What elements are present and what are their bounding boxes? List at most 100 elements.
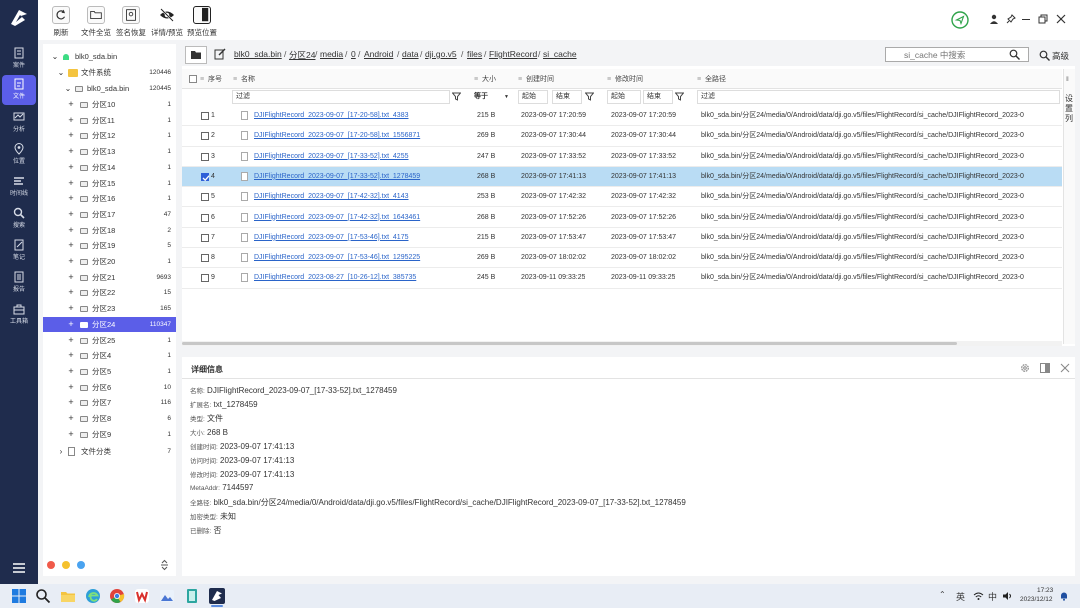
filter-icon[interactable]	[452, 92, 461, 101]
search-icon[interactable]	[1009, 49, 1020, 60]
input-method[interactable]: 中	[988, 590, 997, 603]
edit-path-icon[interactable]	[214, 48, 226, 60]
table-row[interactable]: 1 DJIFlightRecord_2023-09-07_[17-20-58].…	[182, 106, 1062, 127]
expand-plus-icon[interactable]: +	[67, 348, 75, 364]
tree-item-partition[interactable]: + 分区25 1	[43, 333, 176, 349]
yellow-dot-icon[interactable]	[62, 561, 70, 569]
row-checkbox[interactable]	[201, 213, 209, 222]
tree-item-partition[interactable]: + 分区22 15	[43, 285, 176, 301]
expand-plus-icon[interactable]: +	[67, 97, 75, 113]
expand-plus-icon[interactable]: +	[67, 160, 75, 176]
row-checkbox[interactable]	[201, 274, 209, 283]
settings-column-label[interactable]: 设置列	[1065, 94, 1074, 124]
chevron-right-icon[interactable]: ›	[57, 444, 65, 460]
header-created[interactable]: 创建时间	[526, 71, 554, 88]
chevron-down-icon[interactable]: ⌄	[57, 65, 65, 81]
tree-item-partition[interactable]: + 分区9 1	[43, 427, 176, 443]
tree-item-partition[interactable]: + 分区16 1	[43, 191, 176, 207]
breadcrumb-item[interactable]: si_cache	[543, 49, 577, 59]
tree-item-partition[interactable]: + 分区12 1	[43, 128, 176, 144]
expand-plus-icon[interactable]: +	[67, 191, 75, 207]
tree-item-partition[interactable]: + 分区11 1	[43, 113, 176, 129]
expand-plus-icon[interactable]: +	[67, 427, 75, 443]
expand-plus-icon[interactable]: +	[67, 270, 75, 286]
tree-item-partition[interactable]: + 分区23 165	[43, 301, 176, 317]
rail-item-file[interactable]: 文件	[2, 75, 36, 105]
expand-plus-icon[interactable]: +	[67, 207, 75, 223]
tree-item-disk[interactable]: ⌄ blk0_sda.bin 120445	[43, 81, 176, 97]
created-start-input[interactable]: 起始	[518, 90, 548, 104]
expand-plus-icon[interactable]: +	[67, 285, 75, 301]
breadcrumb-item[interactable]: files	[467, 49, 482, 59]
breadcrumb-item[interactable]: FlightRecord	[489, 49, 537, 59]
expand-plus-icon[interactable]: +	[67, 144, 75, 160]
breadcrumb-item[interactable]: dji.go.v5	[425, 49, 457, 59]
rail-item-search[interactable]: 搜索	[2, 204, 36, 234]
expand-plus-icon[interactable]: +	[67, 411, 75, 427]
close-panel-icon[interactable]	[1060, 363, 1070, 373]
notification-bell-icon[interactable]	[1059, 591, 1069, 601]
tree-item-partition[interactable]: + 分区13 1	[43, 144, 176, 160]
rail-item-report[interactable]: 报告	[2, 268, 36, 298]
breadcrumb-item[interactable]: Android	[364, 49, 393, 59]
clock-time[interactable]: 17:23	[1037, 587, 1053, 594]
tree-item-partition[interactable]: + 分区4 1	[43, 348, 176, 364]
row-checkbox[interactable]	[201, 193, 209, 202]
table-row[interactable]: 5 DJIFlightRecord_2023-09-07_[17-42-32].…	[182, 187, 1062, 208]
table-row[interactable]: 4 DJIFlightRecord_2023-09-07_[17-33-52].…	[182, 166, 1062, 188]
header-modified[interactable]: 修改时间	[615, 71, 643, 88]
file-explorer-icon[interactable]	[60, 588, 76, 604]
restore-icon[interactable]	[1038, 14, 1048, 24]
detail-preview-button[interactable]: 详情/预览	[149, 6, 185, 38]
notepad-app-icon[interactable]	[184, 588, 200, 604]
rail-item-timeline[interactable]: 时间线	[2, 172, 36, 202]
tree-item-partition[interactable]: + 分区8 6	[43, 411, 176, 427]
folder-open-icon[interactable]	[185, 46, 207, 64]
chevron-down-icon[interactable]: ⌄	[51, 49, 59, 65]
tree-item-partition[interactable]: + 分区14 1	[43, 160, 176, 176]
cell-name-link[interactable]: DJIFlightRecord_2023-09-07_[17-20-58].tx…	[254, 126, 459, 146]
expand-plus-icon[interactable]: +	[67, 364, 75, 380]
hamburger-menu-icon[interactable]	[12, 562, 26, 574]
row-checkbox[interactable]	[201, 233, 209, 242]
expand-plus-icon[interactable]: +	[67, 113, 75, 129]
path-filter-input[interactable]: 过滤	[697, 90, 1060, 104]
header-seq[interactable]: 序号	[208, 71, 222, 88]
windows-start-icon[interactable]	[11, 588, 27, 604]
search-input[interactable]	[885, 47, 1029, 62]
tree-item-partition[interactable]: + 分区6 10	[43, 380, 176, 396]
search-icon[interactable]	[35, 588, 51, 604]
breadcrumb-item[interactable]: 0	[351, 49, 356, 59]
table-row[interactable]: 6 DJIFlightRecord_2023-09-07_[17-42-32].…	[182, 208, 1062, 228]
tree-item-partition[interactable]: + 分区24 110347	[43, 316, 176, 333]
scrollbar-thumb[interactable]	[182, 342, 957, 345]
expand-plus-icon[interactable]: +	[67, 254, 75, 270]
wps-office-icon[interactable]	[134, 588, 150, 604]
rail-item-notes[interactable]: 笔记	[2, 236, 36, 266]
table-row[interactable]: 3 DJIFlightRecord_2023-09-07_[17-33-52].…	[182, 147, 1062, 167]
file-overview-button[interactable]: 文件全览	[78, 6, 114, 38]
table-row[interactable]: 7 DJIFlightRecord_2023-09-07_[17-53-46].…	[182, 228, 1062, 249]
rail-item-location[interactable]: 位置	[2, 140, 36, 170]
advanced-search-icon[interactable]	[1039, 50, 1050, 61]
preview-position-button[interactable]: 预览位置	[186, 6, 218, 38]
pin-icon[interactable]	[1006, 14, 1016, 24]
status-indicator-icon[interactable]	[951, 11, 969, 29]
close-icon[interactable]	[1056, 14, 1066, 24]
cell-name-link[interactable]: DJIFlightRecord_2023-09-07_[17-33-52].tx…	[254, 147, 459, 167]
forensic-app-icon[interactable]	[209, 588, 225, 604]
row-checkbox[interactable]	[201, 132, 209, 141]
expand-plus-icon[interactable]: +	[67, 238, 75, 254]
cell-name-link[interactable]: DJIFlightRecord_2023-09-07_[17-20-58].tx…	[254, 106, 459, 126]
row-checkbox[interactable]	[201, 172, 210, 182]
expand-plus-icon[interactable]: +	[67, 176, 75, 192]
edge-browser-icon[interactable]	[85, 588, 101, 604]
size-operator-select[interactable]: 等于 ▼	[474, 90, 514, 104]
row-checkbox[interactable]	[201, 254, 209, 263]
rail-item-analysis[interactable]: 分析	[2, 108, 36, 138]
tree-item-partition[interactable]: + 分区20 1	[43, 254, 176, 270]
chevron-down-icon[interactable]: ⌄	[64, 81, 72, 97]
expand-plus-icon[interactable]: +	[67, 128, 75, 144]
expand-plus-icon[interactable]: +	[67, 301, 75, 317]
expand-plus-icon[interactable]: +	[67, 223, 75, 239]
